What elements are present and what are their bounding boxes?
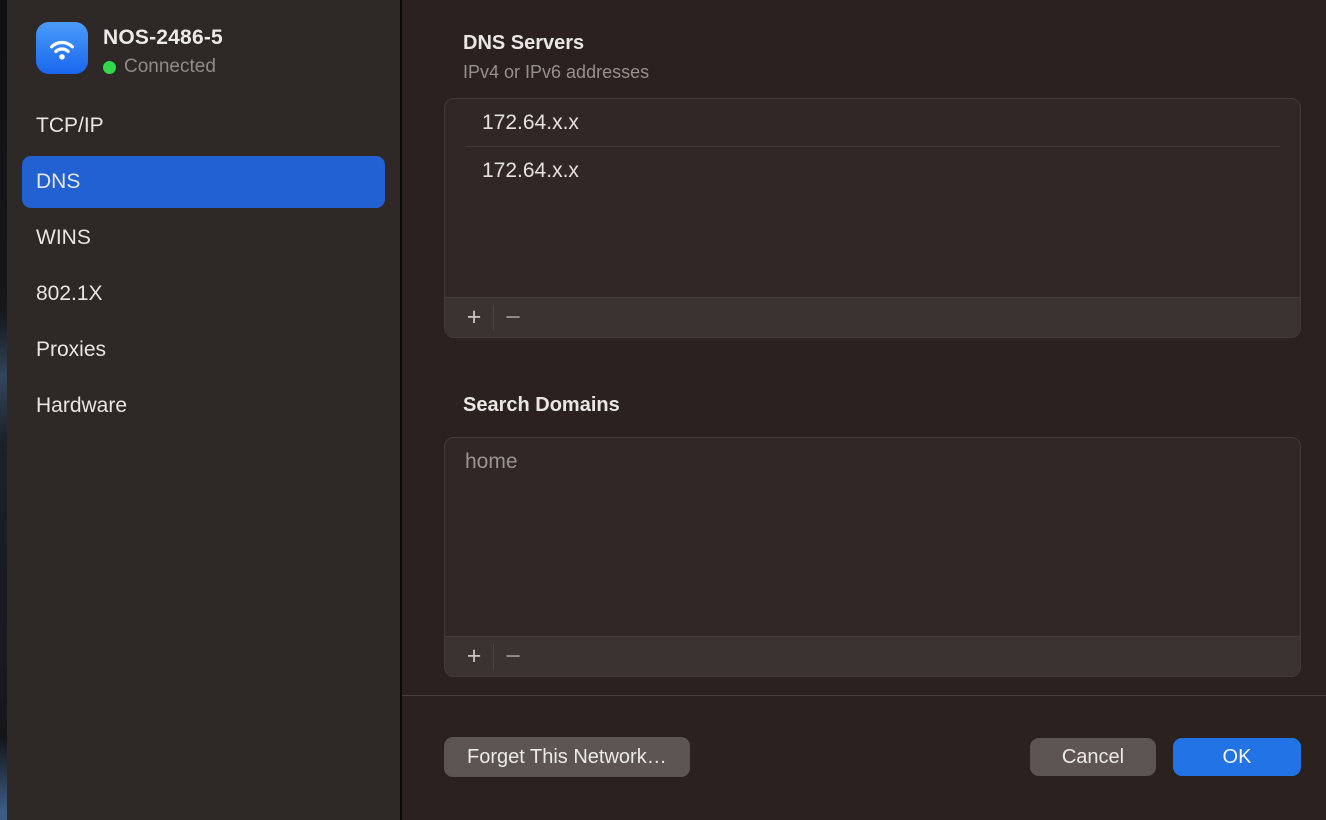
sidebar-nav-item[interactable]: TCP/IP [22, 100, 385, 152]
forget-network-button[interactable]: Forget This Network… [444, 737, 690, 777]
dns-remove-button[interactable]: − [494, 298, 532, 337]
network-meta: NOS-2486-5 Connected [103, 22, 223, 78]
sidebar-nav-item[interactable]: Hardware [22, 380, 385, 432]
sidebar-nav-item-label: WINS [36, 226, 91, 250]
sidebar-nav-item-label: 802.1X [36, 282, 103, 306]
dns-server-row[interactable]: 172.64.x.x [465, 147, 1280, 195]
sidebar-nav-item-label: DNS [36, 170, 80, 194]
sidebar-nav: TCP/IP DNS WINS 802.1X Proxies [7, 100, 400, 432]
wifi-icon [36, 22, 88, 74]
sidebar-nav-item[interactable]: 802.1X [22, 268, 385, 320]
network-details-sheet: NOS-2486-5 Connected TCP/IP DNS WINS [0, 0, 1326, 820]
dns-server-address: 172.64.x.x [482, 111, 579, 135]
dns-servers-list: 172.64.x.x 172.64.x.x [445, 99, 1300, 297]
search-domain-row[interactable]: home [465, 438, 1280, 486]
ok-button[interactable]: OK [1173, 738, 1301, 776]
footer-bar: Forget This Network… Cancel OK [444, 737, 1301, 777]
connected-status-label: Connected [124, 56, 216, 78]
search-domains-title: Search Domains [463, 392, 1301, 418]
sidebar-nav-item-label: Hardware [36, 394, 127, 418]
sidebar: NOS-2486-5 Connected TCP/IP DNS WINS [7, 0, 400, 820]
dns-server-row[interactable]: 172.64.x.x [465, 99, 1280, 147]
dns-servers-section: DNS Servers IPv4 or IPv6 addresses 172.6… [444, 30, 1301, 338]
network-header: NOS-2486-5 Connected [36, 22, 385, 78]
dns-servers-subtitle: IPv4 or IPv6 addresses [463, 60, 1301, 84]
dns-servers-title: DNS Servers [463, 30, 1301, 56]
search-domain-remove-button[interactable]: − [494, 637, 532, 676]
search-domains-footer: + − [445, 636, 1300, 676]
network-name: NOS-2486-5 [103, 26, 223, 50]
sidebar-nav-item-label: TCP/IP [36, 114, 104, 138]
search-domains-section: Search Domains home + − [444, 392, 1301, 677]
dns-server-address: 172.64.x.x [482, 159, 579, 183]
footer-divider [402, 695, 1326, 696]
desktop-wallpaper-sliver [0, 0, 7, 820]
dns-add-button[interactable]: + [455, 298, 493, 337]
cancel-button[interactable]: Cancel [1030, 738, 1156, 776]
sidebar-nav-item[interactable]: Proxies [22, 324, 385, 376]
sidebar-nav-item[interactable]: DNS [22, 156, 385, 208]
search-domains-list: home [445, 438, 1300, 636]
dns-servers-listbox: 172.64.x.x 172.64.x.x + − [444, 98, 1301, 338]
search-domains-listbox: home + − [444, 437, 1301, 677]
connected-status-dot [103, 61, 116, 74]
dns-servers-footer: + − [445, 297, 1300, 337]
main-panel: DNS Servers IPv4 or IPv6 addresses 172.6… [402, 0, 1326, 820]
sidebar-nav-item[interactable]: WINS [22, 212, 385, 264]
sidebar-nav-item-label: Proxies [36, 338, 106, 362]
search-domain-value: home [465, 450, 518, 474]
search-domain-add-button[interactable]: + [455, 637, 493, 676]
section-gap [444, 338, 1301, 392]
network-status: Connected [103, 56, 223, 78]
